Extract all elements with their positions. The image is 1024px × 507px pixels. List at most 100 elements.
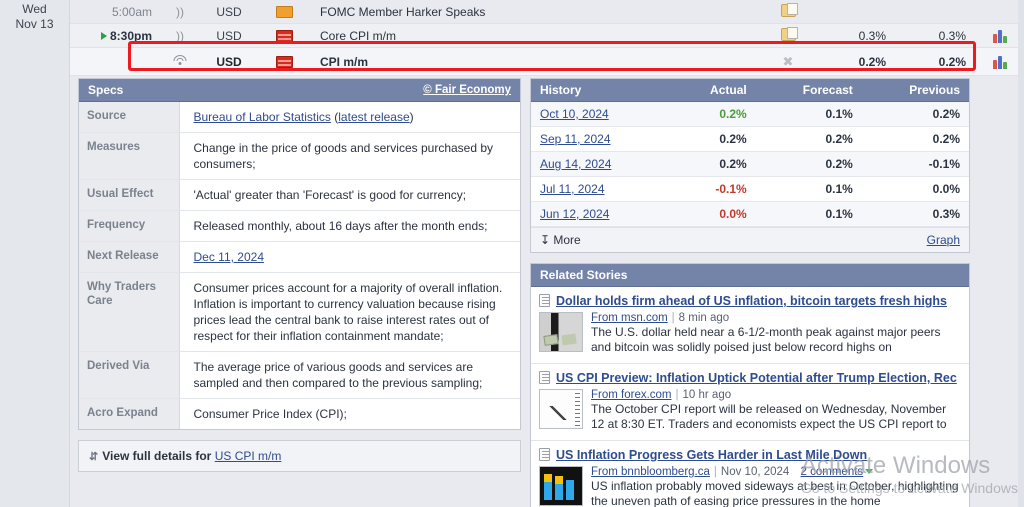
history-row: Sep 11, 2024 0.2% 0.2% 0.2%: [531, 126, 969, 152]
calendar-row[interactable]: 5:00am )) USD FOMC Member Harker Speaks: [70, 0, 1024, 24]
story-title-text: US Inflation Progress Gets Harder in Las…: [556, 448, 868, 462]
graph-link[interactable]: Graph: [927, 233, 960, 247]
latest-release-link[interactable]: latest release: [338, 110, 409, 124]
story-body: From forex.com | 10 hr ago The October CPI…: [539, 389, 961, 432]
history-row: Jun 12, 2024 0.0% 0.1% 0.3%: [531, 201, 969, 227]
speaker-icon: )): [176, 28, 184, 43]
wifi-icon[interactable]: [160, 54, 200, 69]
x-close-icon[interactable]: ✖: [758, 55, 818, 69]
view-full-prefix: View full details for: [102, 449, 212, 463]
story-thumbnail: [539, 389, 583, 429]
history-col-previous: Previous: [861, 79, 969, 102]
date-weekday: Wed: [22, 2, 47, 16]
specs-row: Frequency Released monthly, about 16 day…: [79, 210, 520, 242]
more-label: More: [553, 233, 581, 247]
view-full-link[interactable]: US CPI m/m: [215, 449, 282, 463]
history-previous: 0.0%: [861, 176, 969, 202]
story-thumbnail: [539, 466, 583, 506]
story-text: From bnnbloomberg.ca | Nov 10, 2024 2 comm…: [591, 466, 961, 507]
story-title-link[interactable]: US Inflation Progress Gets Harder in Las…: [539, 448, 961, 462]
story-item[interactable]: US Inflation Progress Gets Harder in Las…: [531, 441, 969, 507]
history-date-link[interactable]: Oct 10, 2024: [540, 107, 609, 121]
specs-key: Usual Effect: [79, 179, 180, 211]
orange-folder-icon: [258, 5, 310, 19]
event-title[interactable]: Core CPI m/m: [310, 29, 758, 43]
history-date: Sep 11, 2024: [531, 126, 671, 152]
history-date-link[interactable]: Sep 11, 2024: [540, 132, 611, 146]
event-title[interactable]: FOMC Member Harker Speaks: [310, 5, 758, 19]
story-snippet: The U.S. dollar held near a 6-1/2-month …: [591, 325, 941, 354]
specs-title: Specs: [88, 83, 124, 97]
history-date-link[interactable]: Jul 11, 2024: [540, 182, 605, 196]
history-table: History Actual Forecast Previous Oct 10,…: [531, 79, 969, 227]
history-row: Jul 11, 2024 -0.1% 0.1% 0.0%: [531, 176, 969, 202]
article-icon: [539, 371, 550, 384]
specs-row: Source Bureau of Labor Statistics (lates…: [79, 102, 520, 133]
story-source-link[interactable]: From bnnbloomberg.ca: [591, 466, 710, 478]
folder-icon[interactable]: [758, 2, 818, 20]
history-date-link[interactable]: Aug 14, 2024: [540, 157, 611, 171]
history-row: Oct 10, 2024 0.2% 0.1% 0.2%: [531, 101, 969, 127]
calendar-row-selected[interactable]: USD CPI m/m ✖ 0.2% 0.2%: [70, 48, 1024, 76]
story-item[interactable]: US CPI Preview: Inflation Uptick Potenti…: [531, 364, 969, 441]
event-currency: USD: [216, 28, 242, 43]
history-date: Aug 14, 2024: [531, 151, 671, 177]
event-forecast: 0.2%: [938, 54, 966, 69]
red-flag-icon: [258, 55, 310, 69]
specs-key: Next Release: [79, 241, 180, 273]
red-flag-icon: [258, 29, 310, 43]
source-link[interactable]: Bureau of Labor Statistics: [194, 110, 331, 124]
history-date-link[interactable]: Jun 12, 2024: [540, 207, 609, 221]
specs-row: Derived Via The average price of various…: [79, 351, 520, 399]
history-actual: 0.0%: [670, 201, 756, 227]
history-row: Aug 14, 2024 0.2% 0.2% -0.1%: [531, 151, 969, 177]
story-title-link[interactable]: Dollar holds firm ahead of US inflation,…: [539, 294, 961, 308]
specs-key: Why Traders Care: [79, 272, 180, 352]
more-button[interactable]: ↧ More: [540, 233, 581, 247]
story-meta: From msn.com | 8 min ago: [591, 312, 730, 324]
folder-icon[interactable]: [758, 26, 818, 44]
article-icon: [539, 448, 550, 461]
story-time: 10 hr ago: [682, 389, 732, 401]
story-comments-link[interactable]: 2 comments: [801, 466, 864, 478]
story-meta: From forex.com | 10 hr ago: [591, 389, 732, 401]
history-previous: 0.3%: [861, 201, 969, 227]
speaker-icon: )): [176, 4, 184, 19]
specs-value: Bureau of Labor Statistics (latest relea…: [179, 102, 520, 133]
date-day: Nov 13: [15, 17, 54, 31]
story-title-text: US CPI Preview: Inflation Uptick Potenti…: [556, 371, 957, 385]
history-column: History Actual Forecast Previous Oct 10,…: [530, 78, 970, 507]
forex-calendar-page: Wed Nov 13 5:00am )) USD FOMC Member Har…: [0, 0, 1024, 507]
story-text: From forex.com | 10 hr ago The October CPI…: [591, 389, 961, 432]
story-title-link[interactable]: US CPI Preview: Inflation Uptick Potenti…: [539, 371, 961, 385]
specs-value: Consumer prices account for a majority o…: [179, 272, 520, 352]
history-forecast: 0.1%: [755, 176, 862, 202]
specs-value: 'Actual' greater than 'Forecast' is good…: [179, 179, 520, 211]
event-actual: 0.3%: [858, 28, 886, 43]
story-text: From msn.com | 8 min ago The U.S. dollar h…: [591, 312, 961, 355]
history-actual: -0.1%: [670, 176, 756, 202]
history-previous: 0.2%: [861, 101, 969, 127]
page-scrollbar[interactable]: [1018, 0, 1024, 507]
next-release-link[interactable]: Dec 11, 2024: [194, 250, 265, 264]
specs-key: Acro Expand: [79, 398, 180, 429]
history-actual: 0.2%: [670, 101, 756, 127]
fair-economy-link[interactable]: © Fair Economy: [423, 84, 511, 96]
story-meta: From bnnbloomberg.ca | Nov 10, 2024 2 comm…: [591, 466, 961, 478]
history-forecast: 0.2%: [755, 151, 862, 177]
calendar-row[interactable]: 8:30pm )) USD Core CPI m/m 0.3% 0.3%: [70, 24, 1024, 48]
story-source-link[interactable]: From forex.com: [591, 389, 672, 401]
specs-key: Frequency: [79, 210, 180, 242]
calendar-rows: 5:00am )) USD FOMC Member Harker Speaks …: [70, 0, 1024, 76]
view-full-details-bar[interactable]: ⇵ View full details for US CPI m/m: [78, 440, 521, 472]
history-header-row: History Actual Forecast Previous: [531, 79, 969, 102]
story-item[interactable]: Dollar holds firm ahead of US inflation,…: [531, 287, 969, 364]
specs-panel-header: Specs © Fair Economy: [79, 79, 520, 102]
story-source-link[interactable]: From msn.com: [591, 312, 668, 324]
history-forecast: 0.1%: [755, 101, 862, 127]
event-title[interactable]: CPI m/m: [310, 55, 758, 69]
history-previous: 0.2%: [861, 126, 969, 152]
history-date: Jul 11, 2024: [531, 176, 671, 202]
specs-table: Source Bureau of Labor Statistics (lates…: [79, 102, 520, 429]
specs-value: Consumer Price Index (CPI);: [193, 407, 347, 421]
